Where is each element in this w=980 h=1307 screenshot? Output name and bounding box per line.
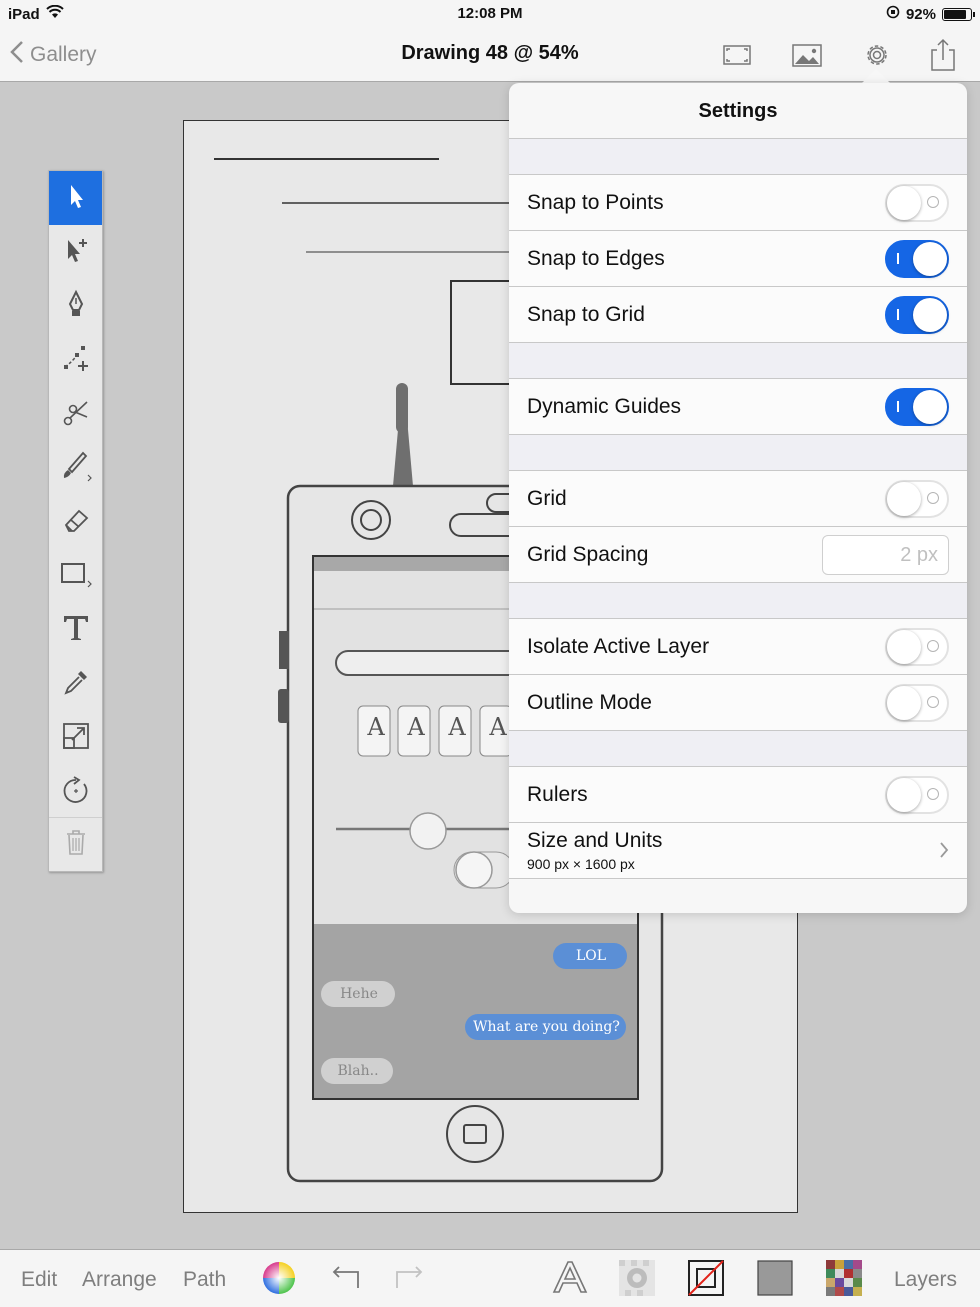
- setting-label: Isolate Active Layer: [527, 634, 710, 658]
- delete-tool[interactable]: [49, 817, 102, 871]
- battery-icon: [942, 7, 975, 21]
- edit-menu-button[interactable]: Edit: [21, 1268, 57, 1292]
- rotate-icon: [61, 775, 91, 810]
- opacity-pattern-icon[interactable]: [824, 1258, 864, 1298]
- shape-tool[interactable]: [49, 549, 102, 603]
- eyedropper-icon: [61, 667, 91, 702]
- brush-icon: [59, 449, 93, 488]
- outline-mode-row: Outline Mode: [509, 675, 967, 731]
- redo-icon[interactable]: [390, 1258, 430, 1298]
- setting-label: Snap to Edges: [527, 246, 665, 270]
- snap-to-edges-row: Snap to Edges: [509, 231, 967, 287]
- fill-color-icon[interactable]: [755, 1258, 795, 1298]
- snap-to-grid-toggle[interactable]: [885, 296, 949, 334]
- share-icon[interactable]: [926, 38, 960, 72]
- orientation-lock-icon: [886, 5, 900, 23]
- snap-to-edges-toggle[interactable]: [885, 240, 949, 278]
- gear-icon[interactable]: [860, 38, 894, 72]
- fit-screen-icon[interactable]: [720, 38, 754, 72]
- setting-label: Snap to Grid: [527, 302, 645, 326]
- stroke-color-icon[interactable]: [686, 1258, 726, 1298]
- image-icon[interactable]: [790, 38, 824, 72]
- pen-tool[interactable]: [49, 279, 102, 333]
- scissors-tool[interactable]: [49, 387, 102, 441]
- text-tool[interactable]: [49, 603, 102, 657]
- grid-toggle[interactable]: [885, 480, 949, 518]
- settings-title: Settings: [509, 83, 967, 139]
- eyedropper-tool[interactable]: [49, 657, 102, 711]
- setting-label: Grid: [527, 486, 567, 510]
- snap-to-grid-row: Snap to Grid: [509, 287, 967, 343]
- scale-tool[interactable]: [49, 711, 102, 765]
- eraser-tool[interactable]: [49, 495, 102, 549]
- keyboard-key-label: A: [448, 713, 466, 741]
- grid-spacing-row: Grid Spacing 2 px: [509, 527, 967, 583]
- battery-percent: 92%: [905, 5, 936, 23]
- arrange-menu-button[interactable]: Arrange: [82, 1268, 157, 1292]
- rulers-row: Rulers: [509, 767, 967, 823]
- keyboard-key-label: A: [407, 713, 425, 741]
- grid-spacing-input[interactable]: 2 px: [822, 535, 949, 575]
- chat-bubble-question: What are you doing?: [473, 1019, 620, 1035]
- font-style-icon[interactable]: [550, 1258, 590, 1298]
- section-gap: [509, 139, 967, 175]
- tool-palette: [48, 170, 103, 872]
- status-bar: iPad 12:08 PM 92%: [0, 0, 980, 28]
- back-label: Gallery: [30, 43, 97, 66]
- grid-row: Grid: [509, 471, 967, 527]
- outline-mode-toggle[interactable]: [885, 684, 949, 722]
- settings-popover: Settings Snap to Points Snap to Edges Sn…: [509, 83, 967, 913]
- chevron-left-icon: [10, 40, 24, 70]
- chat-bubble-lol: LOL: [575, 948, 607, 964]
- arrow-plus-icon: [61, 235, 91, 270]
- size-value: 900 px × 1600 px: [527, 856, 635, 872]
- isolate-active-layer-row: Isolate Active Layer: [509, 619, 967, 675]
- chat-bubble-blah: Blah..: [337, 1063, 379, 1079]
- scale-icon: [61, 721, 91, 756]
- setting-label: Dynamic Guides: [527, 394, 682, 418]
- setting-label: Snap to Points: [527, 190, 664, 214]
- section-gap: [509, 343, 967, 379]
- gallery-back-button[interactable]: Gallery: [10, 40, 97, 70]
- chevron-right-icon: [939, 841, 949, 864]
- scissors-icon: [61, 397, 91, 432]
- trash-icon: [61, 827, 91, 862]
- setting-label: Grid Spacing: [527, 542, 649, 566]
- snap-to-points-toggle[interactable]: [885, 184, 949, 222]
- keyboard-key-label: A: [367, 713, 385, 741]
- document-title: Drawing 48 @ 54%: [401, 42, 579, 64]
- arrow-pointer-icon: [63, 181, 89, 216]
- dynamic-guides-toggle[interactable]: [885, 388, 949, 426]
- dynamic-guides-row: Dynamic Guides: [509, 379, 967, 435]
- add-point-tool[interactable]: [49, 333, 102, 387]
- size-and-units-row[interactable]: Size and Units 900 px × 1600 px: [509, 823, 967, 879]
- navigation-bar: Gallery Drawing 48 @ 54%: [0, 28, 980, 82]
- path-menu-button[interactable]: Path: [183, 1268, 226, 1292]
- undo-icon[interactable]: [325, 1258, 365, 1298]
- section-gap: [509, 435, 967, 471]
- setting-label: Size and Units: [527, 829, 663, 852]
- chat-bubble-hehe: Hehe: [340, 986, 378, 1002]
- rulers-toggle[interactable]: [885, 776, 949, 814]
- isolate-active-layer-toggle[interactable]: [885, 628, 949, 666]
- bottom-toolbar: Edit Arrange Path Layers: [0, 1249, 980, 1307]
- path-add-point-icon: [61, 343, 91, 378]
- rectangle-icon: [59, 559, 93, 594]
- setting-label: Outline Mode: [527, 690, 652, 714]
- section-gap: [509, 731, 967, 767]
- snap-to-points-row: Snap to Points: [509, 175, 967, 231]
- clock: 12:08 PM: [457, 5, 523, 22]
- section-gap: [509, 583, 967, 619]
- eraser-icon: [61, 505, 91, 540]
- setting-label: Rulers: [527, 782, 588, 806]
- pen-nib-icon: [63, 289, 89, 324]
- brush-tool[interactable]: [49, 441, 102, 495]
- layers-button[interactable]: Layers: [894, 1268, 957, 1292]
- node-selection-tool[interactable]: [49, 225, 102, 279]
- selection-tool[interactable]: [49, 171, 102, 225]
- text-t-icon: [61, 613, 91, 648]
- color-wheel-icon[interactable]: [259, 1258, 299, 1298]
- style-settings-icon[interactable]: [617, 1258, 657, 1298]
- rotate-tool[interactable]: [49, 765, 102, 819]
